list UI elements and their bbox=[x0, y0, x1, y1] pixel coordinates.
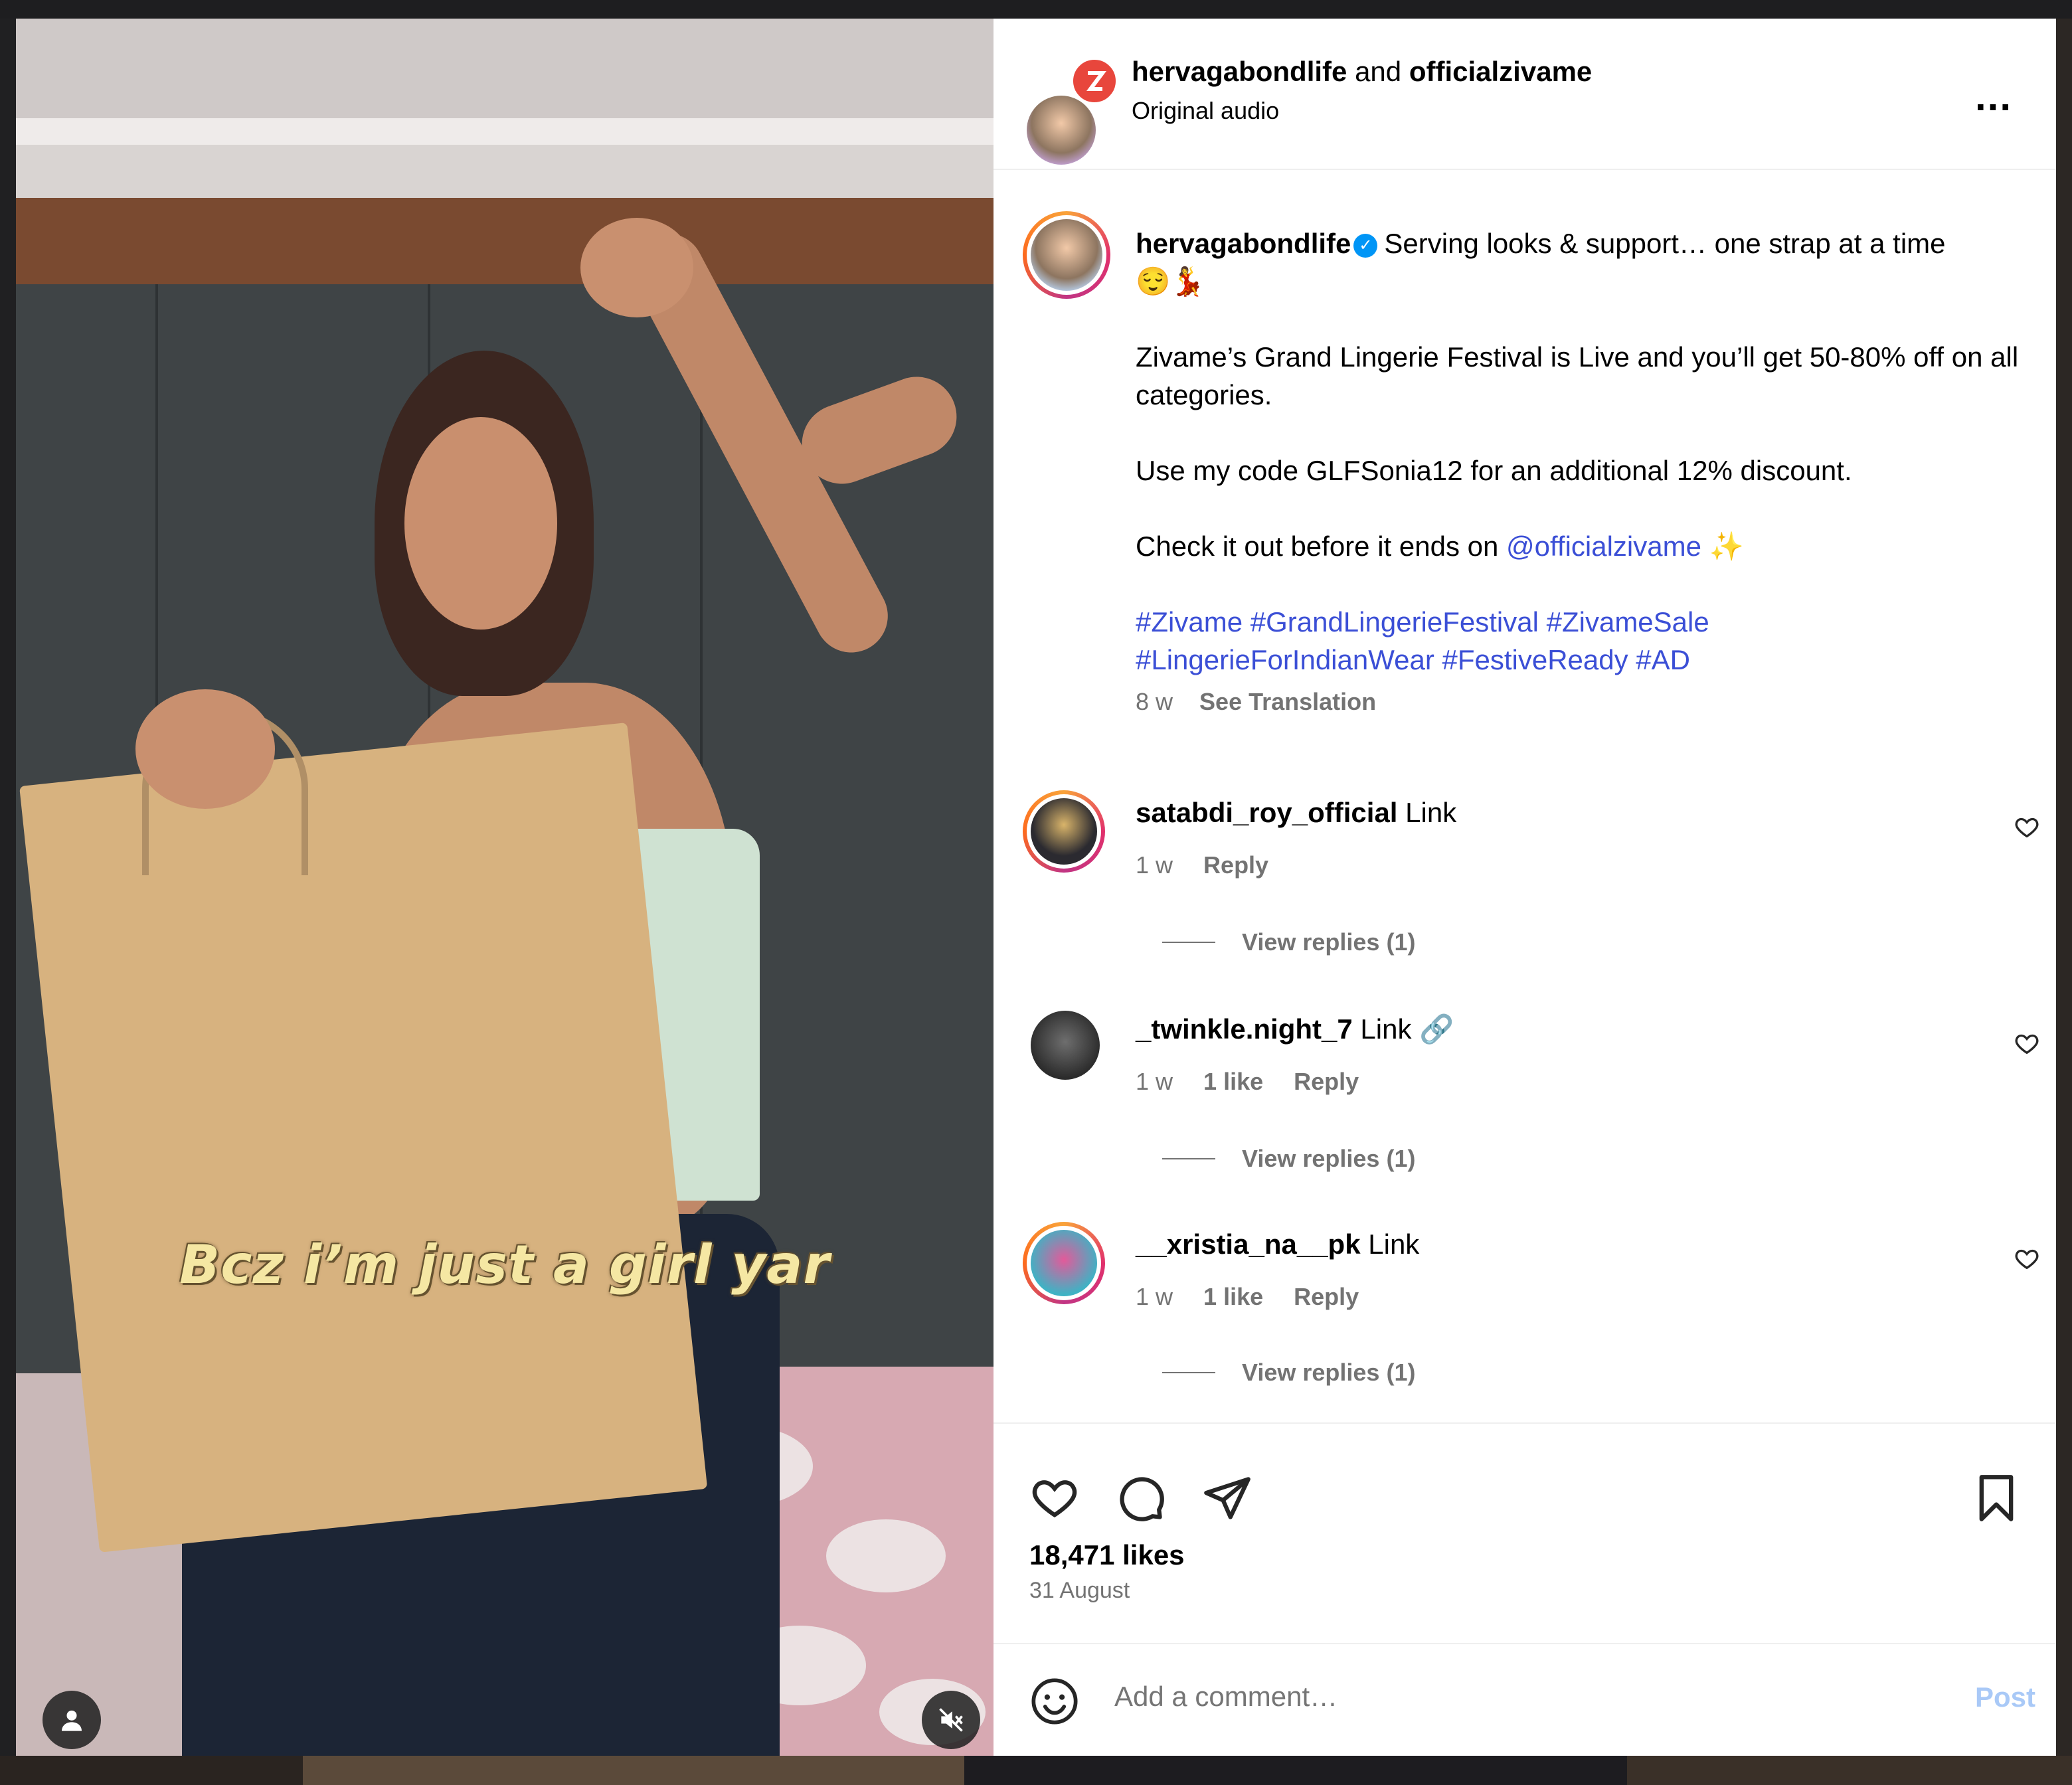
heart-icon[interactable] bbox=[2014, 814, 2040, 841]
hashtags-line-2[interactable]: #LingerieForIndianWear #FestiveReady #AD bbox=[1136, 641, 2032, 679]
comment-text: Link bbox=[1360, 1013, 1412, 1045]
sparkle-emoji: ✨ bbox=[1709, 531, 1744, 562]
comment-avatar[interactable] bbox=[1031, 798, 1097, 865]
audio-link[interactable]: Original audio bbox=[1132, 97, 1279, 125]
share-icon[interactable] bbox=[1202, 1473, 1252, 1523]
see-translation-button[interactable]: See Translation bbox=[1199, 688, 1376, 715]
verified-icon: ✓ bbox=[1353, 233, 1378, 258]
bookmark-icon[interactable] bbox=[1971, 1473, 2022, 1523]
scene-rug-pattern bbox=[826, 1519, 946, 1592]
comment-icon[interactable] bbox=[1116, 1473, 1166, 1523]
scene-person-hand bbox=[135, 689, 275, 809]
caption-paragraph-2: Use my code GLFSonia12 for an additional… bbox=[1136, 455, 1852, 486]
view-replies-button[interactable]: View replies (1) bbox=[1242, 1359, 1415, 1387]
replies-divider bbox=[1162, 1372, 1215, 1373]
scene-paper-bag bbox=[19, 722, 708, 1553]
post-modal: Bcz i’m just a girl yar hervagabondlife bbox=[16, 19, 2056, 1756]
view-replies-button[interactable]: View replies (1) bbox=[1242, 928, 1415, 956]
post-date[interactable]: 31 August bbox=[1029, 1578, 1130, 1604]
user-tag-button[interactable] bbox=[43, 1691, 101, 1749]
comment-text: Link bbox=[1368, 1229, 1420, 1260]
caption-emoji: 😌💃 bbox=[1136, 266, 1205, 297]
caption-avatar[interactable] bbox=[1031, 219, 1102, 291]
user-tag-icon bbox=[62, 1710, 82, 1731]
reply-button[interactable]: Reply bbox=[1203, 851, 1268, 879]
heart-icon[interactable] bbox=[2014, 1246, 2040, 1272]
link-emoji: 🔗 bbox=[1419, 1013, 1454, 1045]
emoji-icon[interactable] bbox=[1029, 1676, 1080, 1727]
comment-composer: Post bbox=[993, 1643, 2056, 1757]
hashtags-line-1[interactable]: #Zivame #GrandLingerieFestival #ZivameSa… bbox=[1136, 603, 2032, 641]
likes-count[interactable]: 18,471 likes bbox=[1029, 1539, 1185, 1571]
comment-likes[interactable]: 1 like bbox=[1203, 1283, 1263, 1310]
more-icon: ... bbox=[1975, 74, 2013, 119]
video-caption-overlay: Bcz i’m just a girl yar bbox=[179, 1234, 830, 1296]
comment-username[interactable]: __xristia_na__pk bbox=[1136, 1229, 1361, 1260]
heart-icon[interactable] bbox=[2014, 1031, 2040, 1057]
heart-icon[interactable] bbox=[1029, 1473, 1080, 1523]
post-authors: hervagabondlife and officialzivame bbox=[1132, 56, 1592, 88]
caption-paragraph-1: Zivame’s Grand Lingerie Festival is Live… bbox=[1136, 341, 2019, 410]
comment-likes[interactable]: 1 like bbox=[1203, 1068, 1263, 1095]
comment-text: Link bbox=[1405, 797, 1457, 828]
comment-username[interactable]: satabdi_roy_official bbox=[1136, 797, 1397, 828]
comment-age[interactable]: 1 w bbox=[1136, 1068, 1173, 1095]
reply-button[interactable]: Reply bbox=[1294, 1283, 1359, 1310]
replies-divider bbox=[1162, 942, 1215, 943]
comment-input[interactable] bbox=[1113, 1680, 1913, 1713]
comment-avatar[interactable] bbox=[1031, 1230, 1097, 1296]
post-details-panel: hervagabondlife and officialzivame Origi… bbox=[993, 19, 2056, 1756]
comment-username[interactable]: _twinkle.night_7 bbox=[1136, 1013, 1353, 1045]
scene-ceiling-trim bbox=[16, 118, 993, 145]
zivame-logo bbox=[1086, 71, 1106, 91]
replies-divider bbox=[1162, 1158, 1215, 1159]
author-avatar[interactable] bbox=[1027, 96, 1096, 165]
post-age[interactable]: 8 w bbox=[1136, 688, 1173, 715]
mute-button[interactable] bbox=[922, 1691, 980, 1749]
caption-paragraph-3: Check it out before it ends on bbox=[1136, 531, 1499, 562]
mention-link[interactable]: @officialzivame bbox=[1506, 531, 1701, 562]
caption-line1: Serving looks & support… one strap at a … bbox=[1384, 228, 1946, 259]
reply-button[interactable]: Reply bbox=[1294, 1068, 1359, 1095]
coauthor-link[interactable]: officialzivame bbox=[1409, 56, 1592, 87]
background-bottom-strip bbox=[0, 1756, 2072, 1785]
mute-icon bbox=[939, 1708, 963, 1732]
post-caption: hervagabondlife ✓ Serving looks & support…… bbox=[1136, 224, 2032, 721]
post-comment-button[interactable]: Post bbox=[1975, 1681, 2035, 1713]
authors-joiner: and bbox=[1355, 56, 1402, 87]
view-replies-button[interactable]: View replies (1) bbox=[1242, 1145, 1415, 1173]
scene-cabinet bbox=[16, 198, 993, 284]
comment-age[interactable]: 1 w bbox=[1136, 1283, 1173, 1310]
caption-username[interactable]: hervagabondlife bbox=[1136, 228, 1351, 259]
reel-video[interactable]: Bcz i’m just a girl yar bbox=[16, 19, 993, 1756]
comment-age[interactable]: 1 w bbox=[1136, 851, 1173, 879]
author-link[interactable]: hervagabondlife bbox=[1132, 56, 1347, 87]
comment-avatar[interactable] bbox=[1031, 1011, 1100, 1080]
scene-person-fist bbox=[580, 218, 693, 317]
post-header: hervagabondlife and officialzivame Origi… bbox=[993, 19, 2056, 170]
background-top-strip bbox=[0, 0, 2072, 19]
scene-person-face bbox=[404, 417, 557, 630]
coauthor-avatar[interactable] bbox=[1071, 57, 1118, 105]
more-options-button[interactable]: ... bbox=[1975, 77, 2012, 117]
